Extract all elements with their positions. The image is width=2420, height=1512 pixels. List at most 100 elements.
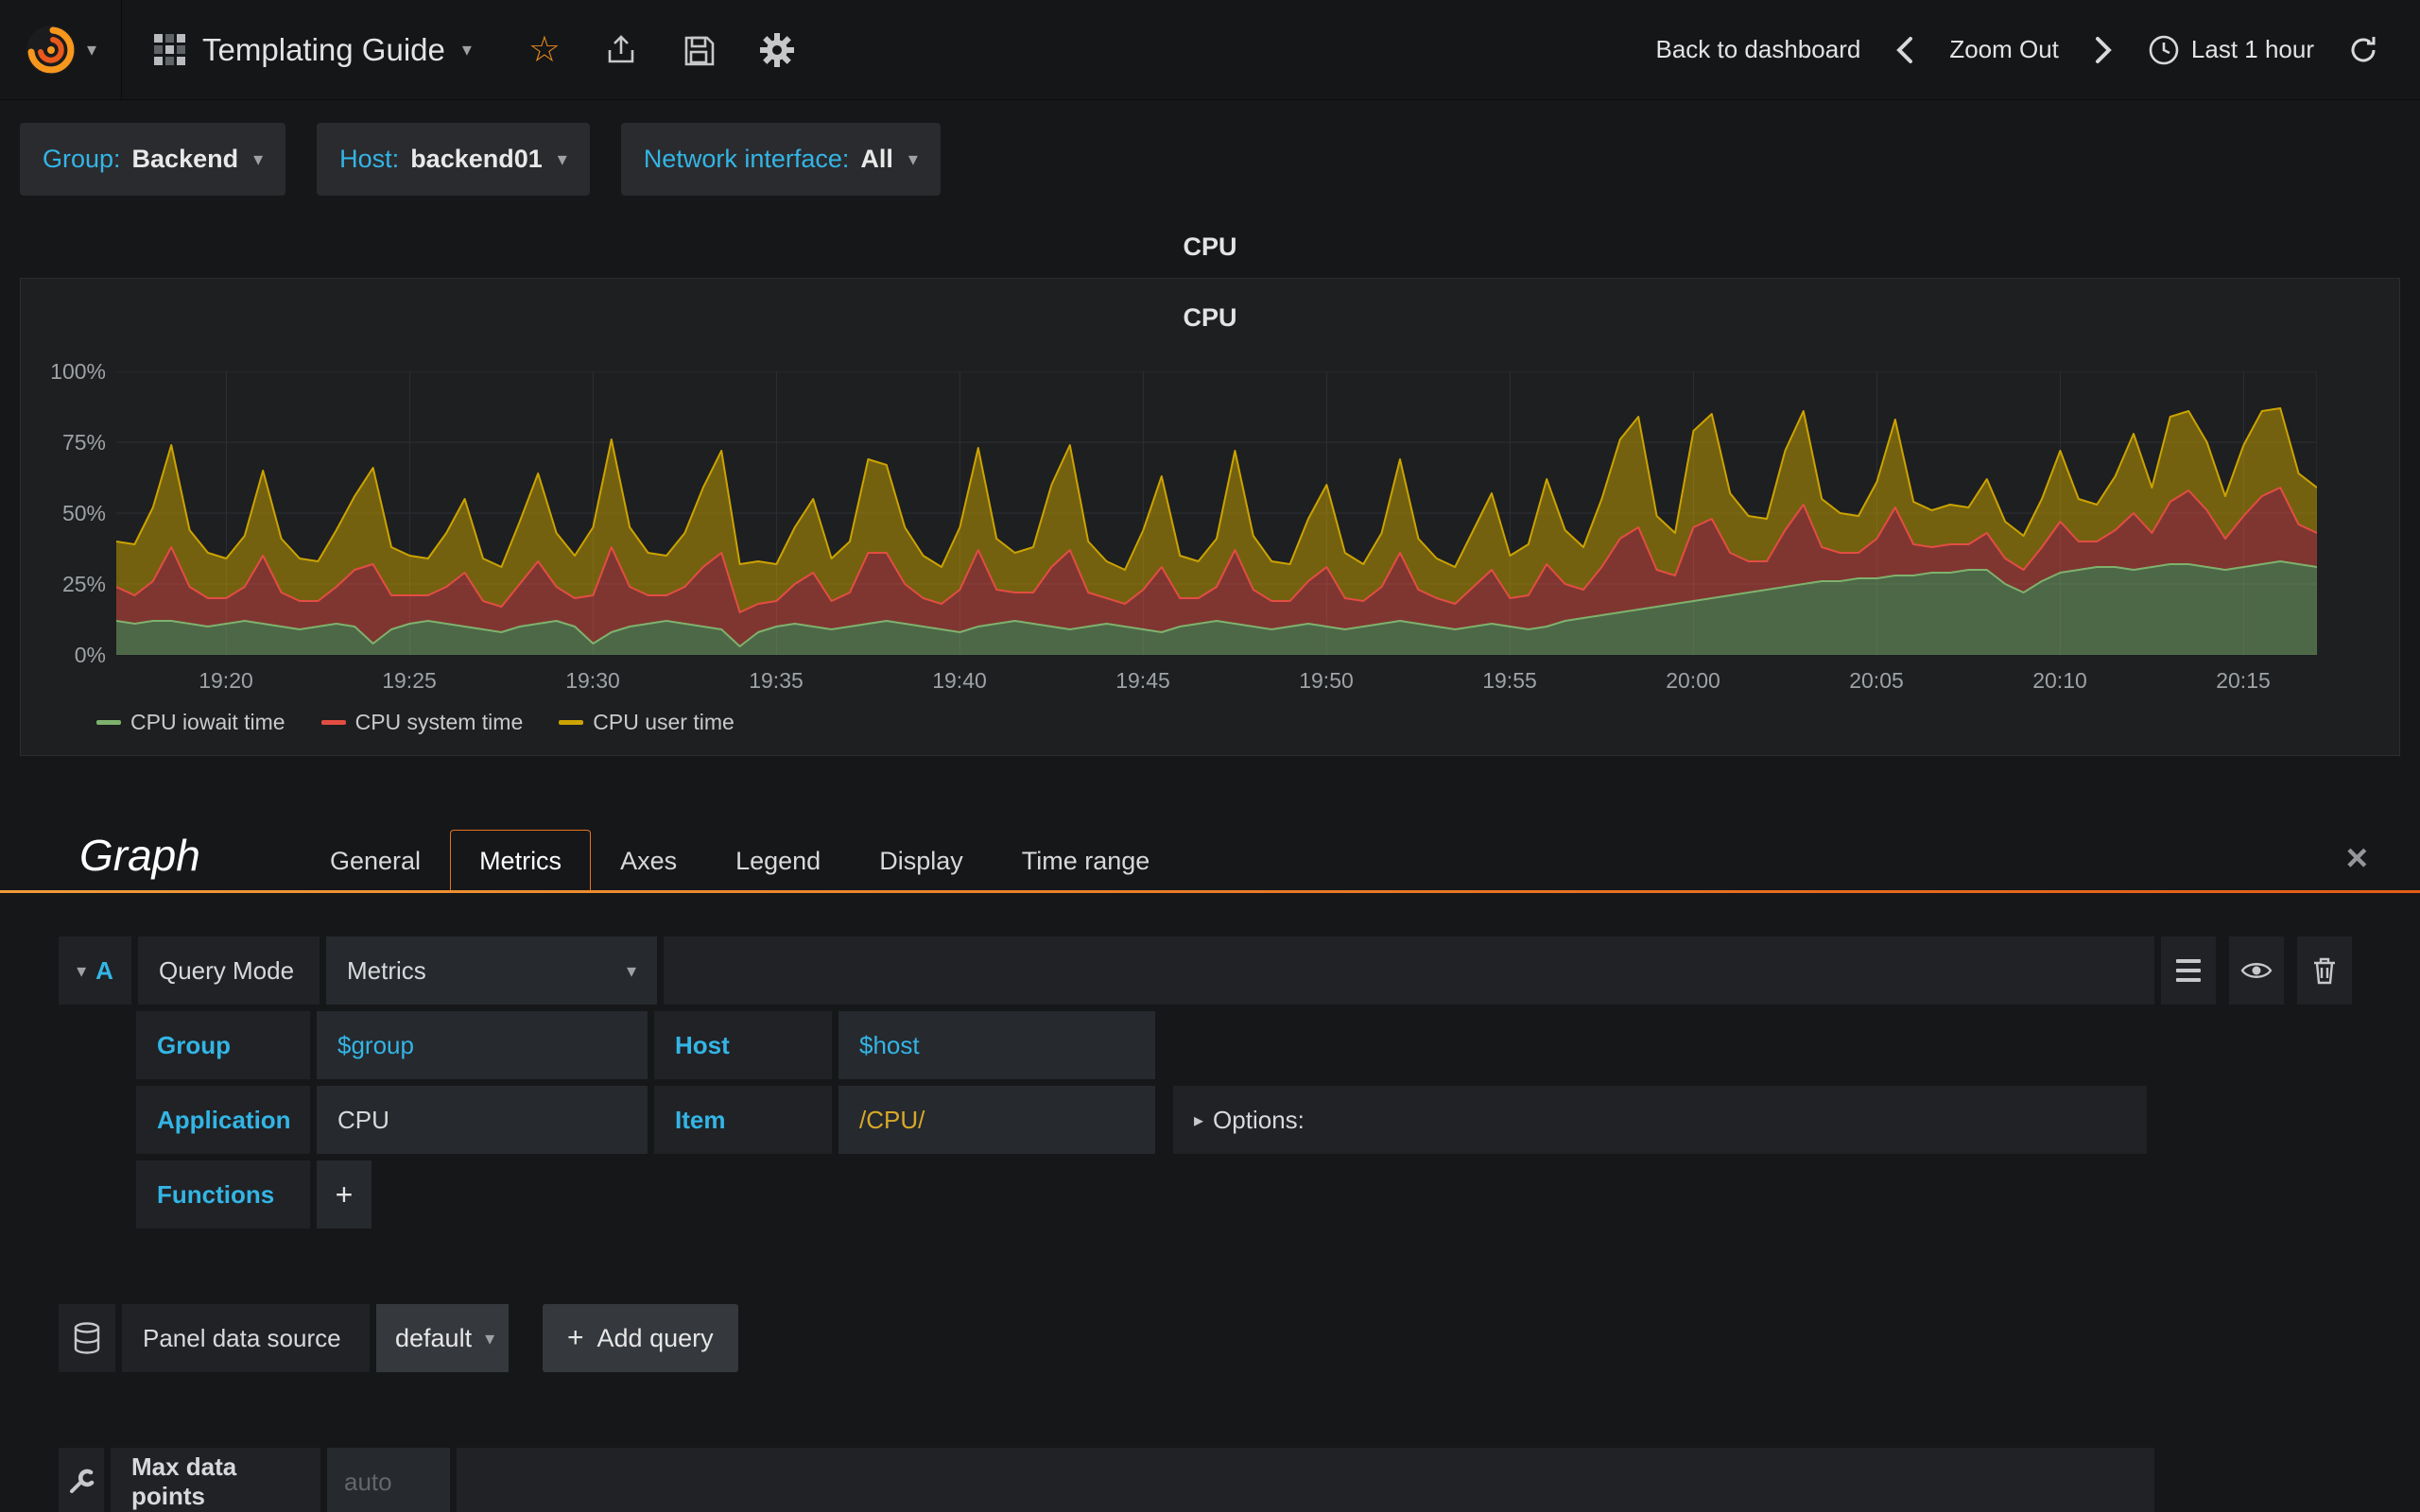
group-field-label: Group: [136, 1011, 310, 1079]
star-icon: ☆: [527, 29, 561, 70]
time-range-label: Last 1 hour: [2190, 35, 2314, 63]
series-color-swatch: [96, 720, 121, 725]
trash-icon: [2314, 957, 2335, 985]
time-shift-right-button[interactable]: [2091, 34, 2116, 66]
panel-header-title[interactable]: CPU: [0, 232, 2420, 262]
y-tick-label: 50%: [61, 501, 106, 525]
time-range-picker[interactable]: Last 1 hour: [2148, 34, 2314, 66]
add-function-button[interactable]: +: [317, 1160, 372, 1228]
y-tick-label: 75%: [61, 430, 106, 455]
close-editor-button[interactable]: ×: [2346, 837, 2368, 880]
query-row-group-host: Group $group Host $host: [136, 1011, 2352, 1079]
tab-metrics[interactable]: Metrics: [450, 830, 592, 890]
tab-display[interactable]: Display: [850, 830, 993, 890]
x-tick-label: 19:30: [565, 668, 620, 693]
grafana-logo-icon: [26, 25, 76, 75]
chart-plot-area[interactable]: [115, 370, 2318, 656]
share-button[interactable]: [604, 33, 638, 67]
settings-button[interactable]: [759, 32, 795, 68]
x-tick-label: 20:15: [2216, 668, 2271, 693]
series-color-swatch: [320, 720, 346, 725]
query-row-filler: [664, 936, 2154, 1005]
wrench-icon-cell: [59, 1448, 104, 1512]
plus-icon: +: [335, 1177, 354, 1211]
x-tick-label: 20:00: [1666, 668, 1720, 693]
triangle-right-icon: ▸: [1194, 1109, 1204, 1131]
eye-icon: [2240, 963, 2273, 978]
query-delete-button[interactable]: [2297, 936, 2352, 1005]
query-row-main: ▾ A Query Mode Metrics ▾: [59, 936, 2352, 1005]
grafana-menu[interactable]: ▾: [0, 0, 123, 99]
group-field-input[interactable]: $group: [317, 1011, 648, 1079]
options-expander[interactable]: ▸ Options:: [1173, 1086, 2147, 1154]
y-axis-labels: 0% 25% 50% 75% 100%: [21, 359, 106, 667]
zoom-out-button[interactable]: Zoom Out: [1949, 35, 2059, 64]
x-axis-labels: 19:20 19:25 19:30 19:35 19:40 19:45 19:50 19:55…: [116, 668, 2317, 696]
variable-group-dropdown[interactable]: Group: Backend ▾: [20, 123, 286, 196]
variable-label: Host:: [339, 145, 400, 173]
query-menu-button[interactable]: [2161, 936, 2216, 1005]
tab-axes[interactable]: Axes: [591, 830, 706, 890]
tab-legend[interactable]: Legend: [706, 830, 850, 890]
host-field-input[interactable]: $host: [838, 1011, 1155, 1079]
tab-general[interactable]: General: [301, 830, 450, 890]
series-label: CPU user time: [593, 710, 735, 734]
x-tick-label: 19:50: [1299, 668, 1354, 693]
item-field-input[interactable]: /CPU/: [838, 1086, 1155, 1154]
query-collapse-toggle[interactable]: ▾ A: [59, 936, 131, 1005]
dashboard-picker[interactable]: Templating Guide ▾: [122, 0, 504, 99]
star-button[interactable]: ☆: [528, 32, 561, 68]
chart-legend: CPU iowait time CPU system time CPU user…: [96, 710, 735, 735]
series-color-swatch: [559, 720, 584, 725]
legend-item[interactable]: CPU system time: [320, 710, 523, 735]
variable-value: All: [860, 145, 893, 173]
panel-editor-header: Graph General Metrics Axes Legend Displa…: [0, 818, 2420, 890]
datasource-select[interactable]: default ▾: [376, 1304, 509, 1372]
time-shift-left-button[interactable]: [1893, 34, 1917, 66]
gear-icon: [760, 32, 794, 67]
options-row-filler: [457, 1448, 2154, 1512]
legend-item[interactable]: CPU user time: [559, 710, 735, 735]
chevron-down-icon: ▾: [253, 149, 264, 170]
options-label: Options:: [1213, 1105, 1305, 1134]
x-tick-label: 19:45: [1115, 668, 1170, 693]
chevron-left-icon: [1896, 36, 1913, 63]
close-icon: ×: [2345, 837, 2368, 879]
navbar: ▾ Templating Guide ▾ ☆ Back to dashboard…: [0, 0, 2420, 100]
refresh-button[interactable]: [2346, 33, 2380, 67]
save-button[interactable]: [682, 33, 716, 67]
max-data-points-label: Max data points: [111, 1448, 320, 1512]
panel-data-source-label: Panel data source: [122, 1304, 370, 1372]
x-tick-label: 19:25: [382, 668, 437, 693]
y-tick-label: 0%: [74, 643, 106, 667]
item-field-label: Item: [654, 1086, 832, 1154]
back-to-dashboard-link[interactable]: Back to dashboard: [1656, 35, 1861, 64]
chevron-down-icon: ▾: [908, 149, 918, 170]
add-query-button[interactable]: + Add query: [543, 1304, 738, 1372]
variable-value: backend01: [410, 145, 543, 173]
max-data-points-field[interactable]: [327, 1448, 450, 1512]
plus-icon: +: [567, 1322, 584, 1353]
series-label: CPU iowait time: [130, 710, 285, 734]
x-tick-label: 19:20: [199, 668, 253, 693]
application-field-input[interactable]: CPU: [317, 1086, 648, 1154]
x-tick-label: 19:35: [749, 668, 804, 693]
max-data-points-input[interactable]: [344, 1467, 433, 1497]
variable-netif-dropdown[interactable]: Network interface: All ▾: [620, 123, 941, 196]
refresh-icon: [2351, 36, 2376, 61]
x-tick-label: 20:10: [2032, 668, 2087, 693]
panel-type-title: Graph: [79, 831, 200, 880]
application-field-value: CPU: [337, 1105, 389, 1134]
tab-time-range[interactable]: Time range: [993, 830, 1180, 890]
query-row-application-item: Application CPU Item /CPU/ ▸ Options:: [136, 1086, 2352, 1154]
datasource-row: Panel data source default ▾ + Add query: [59, 1304, 738, 1372]
query-mode-select[interactable]: Metrics ▾: [326, 936, 657, 1005]
save-icon: [684, 36, 715, 65]
share-icon: [608, 34, 634, 62]
variable-host-dropdown[interactable]: Host: backend01 ▾: [317, 123, 590, 196]
query-toggle-visibility-button[interactable]: [2229, 936, 2284, 1005]
chevron-right-icon: [2095, 36, 2112, 63]
x-tick-label: 20:05: [1849, 668, 1904, 693]
tab-underline: [0, 890, 2420, 893]
legend-item[interactable]: CPU iowait time: [96, 710, 285, 735]
